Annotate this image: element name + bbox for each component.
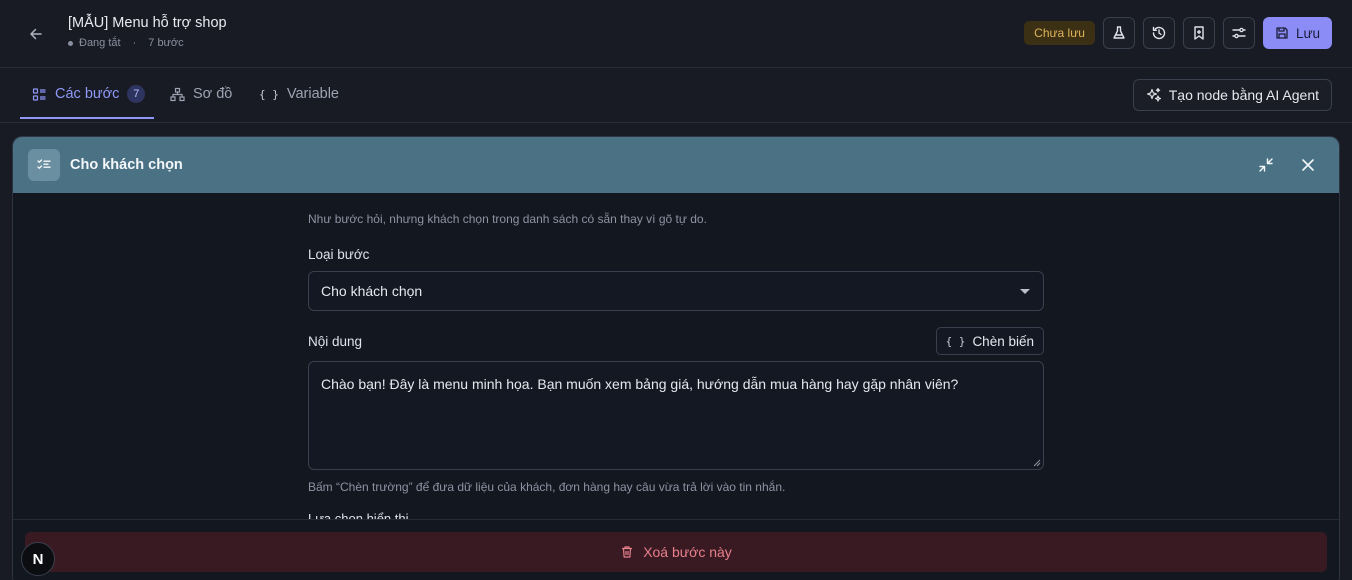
insert-variable-label: Chèn biến — [972, 333, 1034, 349]
history-button[interactable] — [1142, 17, 1175, 49]
minimize-icon — [1259, 158, 1273, 172]
step-type-value: Cho khách chọn — [321, 283, 423, 299]
sparkles-icon — [1146, 87, 1161, 102]
page-subtitle: Đang tắt · 7 bước — [68, 37, 227, 49]
panel-body: Như bước hỏi, nhưng khách chọn trong dan… — [13, 193, 1339, 519]
tab-steps-label: Các bước — [55, 86, 120, 102]
save-button[interactable]: Lưu — [1262, 17, 1332, 49]
panel-title: Cho khách chọn — [70, 157, 183, 173]
back-button[interactable] — [22, 20, 50, 48]
close-button[interactable] — [1297, 154, 1319, 176]
bookmark-plus-icon — [1194, 26, 1204, 40]
ai-agent-label: Tạo node bằng AI Agent — [1168, 87, 1319, 103]
content-text: Chào bạn! Đây là menu minh họa. Bạn muốn… — [321, 376, 959, 392]
unsaved-badge: Chưa lưu — [1024, 21, 1095, 45]
title-block: [MẪU] Menu hỗ trợ shop Đang tắt · 7 bước — [68, 15, 227, 49]
steps-count: 7 bước — [148, 37, 184, 49]
sliders-icon — [1232, 27, 1246, 39]
tab-steps[interactable]: Các bước 7 — [32, 68, 146, 120]
list-icon — [32, 87, 46, 101]
settings-button[interactable] — [1222, 17, 1255, 49]
content-label: Nội dung — [308, 334, 363, 349]
tab-diagram[interactable]: Sơ đồ — [170, 68, 232, 120]
step-description: Như bước hỏi, nhưng khách chọn trong dan… — [308, 212, 707, 226]
collapse-button[interactable] — [1255, 154, 1277, 176]
step-editor-panel: Cho khách chọn Như bước hỏi, nhưng khách… — [12, 136, 1340, 580]
tab-variable-label: Variable — [286, 86, 339, 102]
flask-icon — [1113, 26, 1125, 39]
content-textarea[interactable]: Chào bạn! Đây là menu minh họa. Bạn muốn… — [308, 361, 1044, 470]
next-field-label: Lựa chọn hiển thị — [308, 511, 409, 519]
history-icon — [1152, 26, 1166, 40]
status-text: Đang tắt — [79, 37, 121, 49]
caret-down-icon — [1020, 289, 1030, 294]
app-header: [MẪU] Menu hỗ trợ shop Đang tắt · 7 bước… — [0, 0, 1352, 68]
active-tab-indicator — [20, 117, 154, 119]
status-dot-icon — [68, 40, 73, 46]
step-type-label: Loại bước — [308, 247, 370, 262]
step-type-select[interactable]: Cho khách chọn — [308, 271, 1044, 311]
close-icon — [1302, 159, 1314, 171]
ai-agent-button[interactable]: Tạo node bằng AI Agent — [1132, 79, 1332, 111]
test-button[interactable] — [1102, 17, 1135, 49]
nextjs-dev-badge[interactable]: N — [21, 542, 55, 576]
tab-bar: Các bước 7 Sơ đồ { } Variable Tạo node b… — [0, 68, 1352, 123]
panel-footer: Xoá bước này — [13, 519, 1339, 580]
tab-variable[interactable]: { } Variable — [259, 68, 339, 120]
save-label: Lưu — [1295, 25, 1320, 41]
checklist-icon — [28, 149, 60, 181]
tab-steps-count: 7 — [127, 85, 146, 103]
save-icon — [1276, 27, 1288, 39]
separator: · — [132, 37, 137, 49]
delete-step-label: Xoá bước này — [643, 544, 732, 560]
page-title: [MẪU] Menu hỗ trợ shop — [68, 15, 227, 31]
content-hint: Bấm “Chèn trường” để đưa dữ liệu của khá… — [308, 480, 786, 494]
bookmark-button[interactable] — [1182, 17, 1215, 49]
trash-icon — [622, 546, 633, 558]
arrow-left-icon — [30, 28, 42, 40]
resize-handle-icon[interactable] — [1033, 459, 1041, 467]
delete-step-button[interactable]: Xoá bước này — [25, 532, 1327, 572]
sitemap-icon — [170, 87, 185, 101]
insert-variable-button[interactable]: { } Chèn biến — [935, 327, 1044, 355]
panel-header: Cho khách chọn — [13, 137, 1339, 193]
tab-diagram-label: Sơ đồ — [193, 86, 233, 102]
braces-icon: { } — [259, 87, 279, 101]
braces-icon: { } — [945, 334, 966, 348]
header-actions: Chưa lưu Lưu — [1024, 17, 1332, 49]
